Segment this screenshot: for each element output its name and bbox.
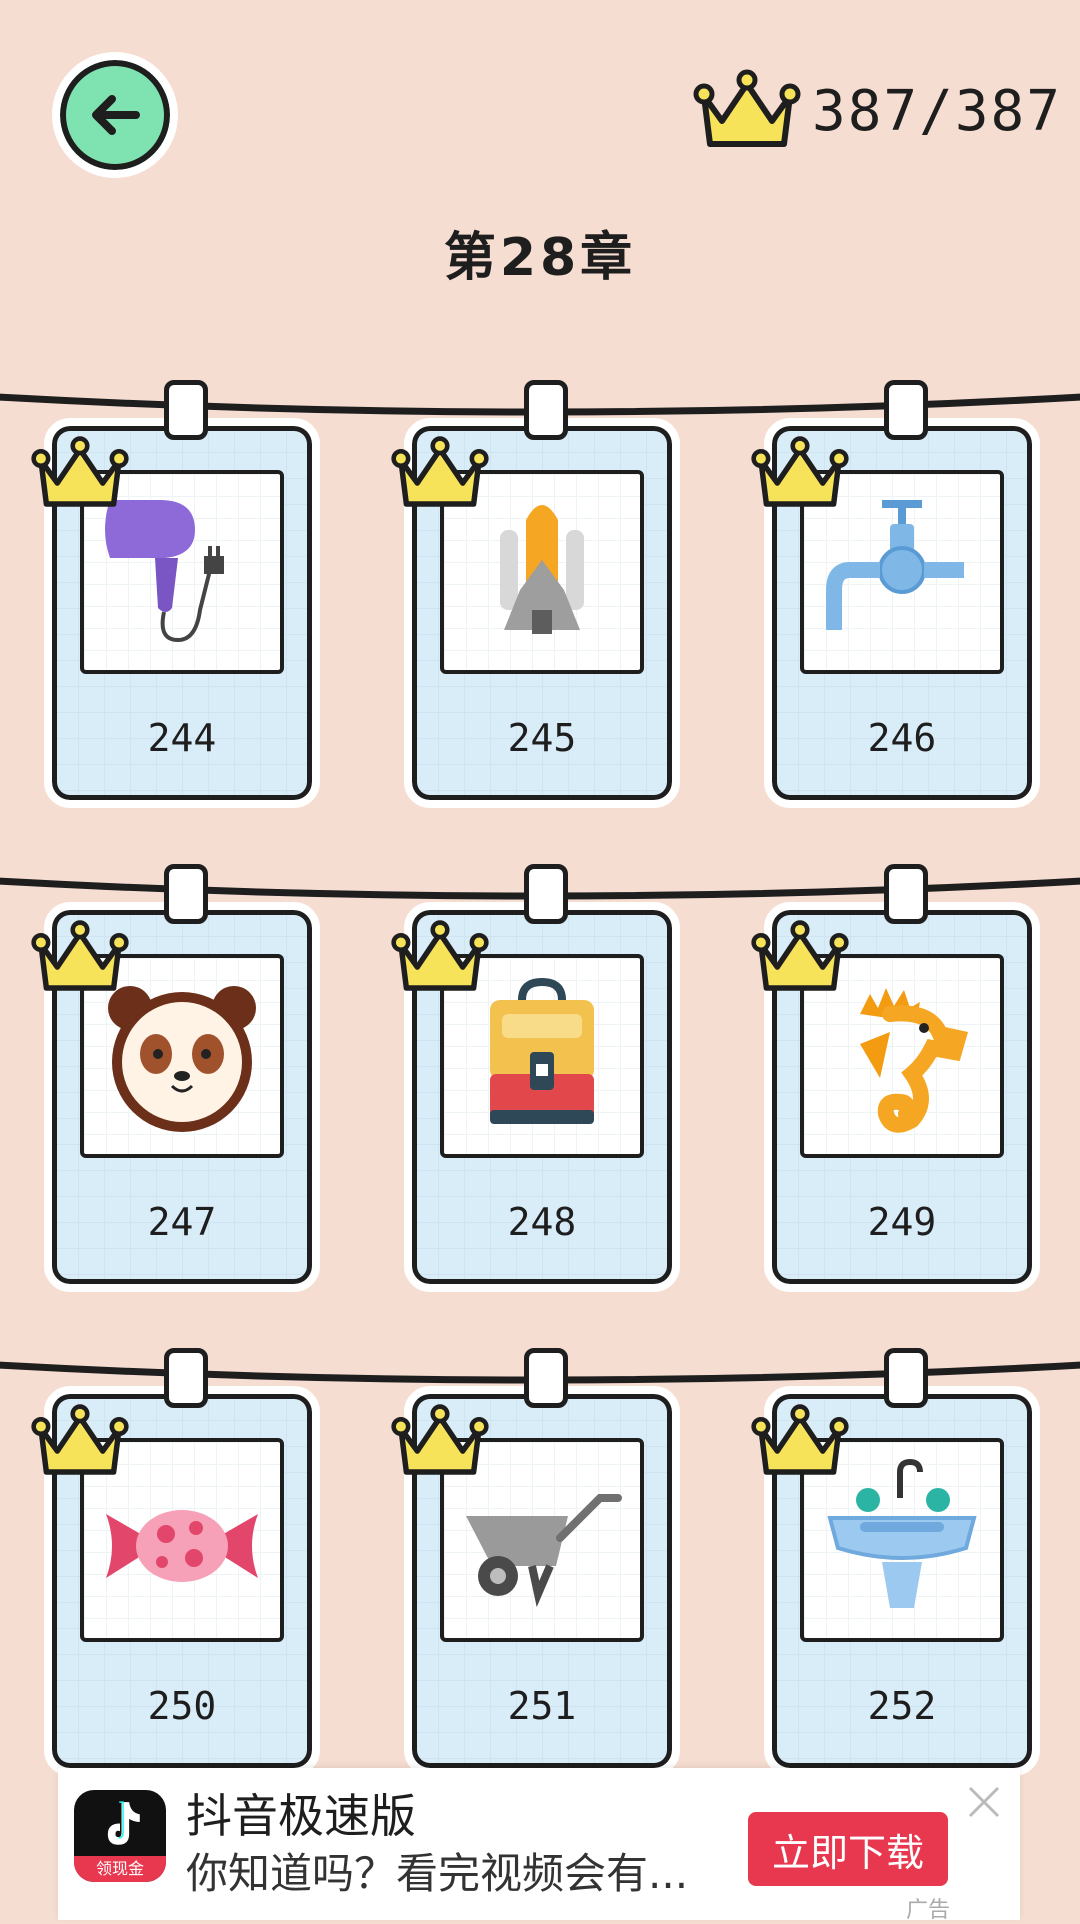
level-card[interactable]: 244 <box>31 380 320 812</box>
crown-icon <box>391 1404 489 1475</box>
level-card[interactable]: 250 <box>31 1348 320 1780</box>
level-number: 251 <box>507 1684 577 1728</box>
level-card[interactable]: 252 <box>751 1348 1040 1780</box>
card-clip <box>884 1348 928 1408</box>
chapter-title: 第28章 <box>443 228 637 288</box>
ad-description: 你知道吗？看完视频会有... <box>186 1849 689 1898</box>
download-button[interactable]: 立即下载 <box>748 1812 948 1886</box>
ad-tag: 广告 <box>906 1898 951 1923</box>
crown-icon <box>391 436 489 507</box>
level-card[interactable]: 251 <box>391 1348 680 1780</box>
level-card[interactable]: 249 <box>751 864 1040 1296</box>
level-card[interactable]: 247 <box>31 864 320 1296</box>
crown-icon <box>31 1404 129 1475</box>
tiktok-logo-icon <box>107 1801 140 1845</box>
crown-icon <box>693 69 801 147</box>
level-card[interactable]: 248 <box>391 864 680 1296</box>
crown-icon <box>31 920 129 991</box>
level-number: 245 <box>507 716 577 760</box>
crown-icon <box>751 920 849 991</box>
card-clip <box>884 380 928 440</box>
level-number: 246 <box>867 716 937 760</box>
level-number: 250 <box>147 1684 217 1728</box>
crown-icon <box>31 436 129 507</box>
app-icon-label: 领现金 <box>74 1856 166 1882</box>
crown-icon <box>751 1404 849 1475</box>
back-button[interactable] <box>52 52 178 178</box>
card-clip <box>524 380 568 440</box>
level-number: 244 <box>147 716 217 760</box>
crown-icon <box>751 436 849 507</box>
crowns-count: 387/387 <box>811 78 1062 144</box>
level-number: 249 <box>867 1200 937 1244</box>
card-clip <box>164 864 208 924</box>
level-number: 252 <box>867 1684 937 1728</box>
ad-banner[interactable]: 领现金 抖音极速版 你知道吗？看完视频会有... 立即下载 广告 <box>58 1768 1020 1923</box>
crown-icon <box>391 920 489 991</box>
card-clip <box>524 864 568 924</box>
card-clip <box>164 380 208 440</box>
app-icon: 领现金 <box>74 1790 166 1882</box>
level-number: 248 <box>507 1200 577 1244</box>
close-button[interactable] <box>964 1782 1004 1822</box>
card-clip <box>164 1348 208 1408</box>
close-icon <box>968 1786 1000 1818</box>
level-card[interactable]: 246 <box>751 380 1040 812</box>
ad-title: 抖音极速版 <box>186 1789 416 1843</box>
level-number: 247 <box>147 1200 217 1244</box>
level-card[interactable]: 245 <box>391 380 680 812</box>
crown-counter: 387/387 <box>692 66 1062 156</box>
card-clip <box>884 864 928 924</box>
arrow-left-icon <box>92 95 140 135</box>
card-clip <box>524 1348 568 1408</box>
